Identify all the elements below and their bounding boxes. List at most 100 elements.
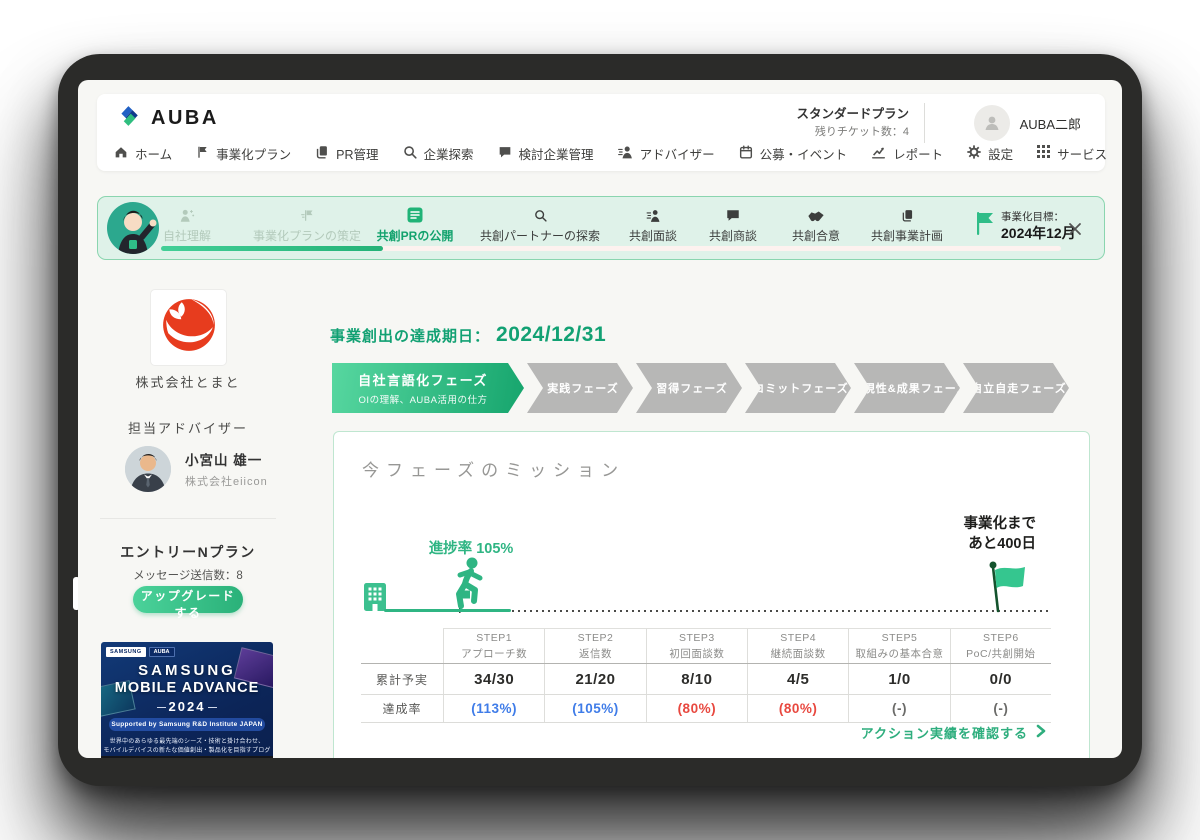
brand[interactable]: AUBA (115, 102, 219, 135)
brand-wordmark: AUBA (151, 107, 219, 130)
deadline-value: 2024/12/31 (496, 323, 606, 346)
mission-card: 今フェーズのミッション 進捗率 105% (333, 431, 1090, 758)
documents-icon (827, 206, 987, 223)
kpi-rate-step2: (105%) (544, 695, 645, 722)
chevron-right-icon (1035, 724, 1047, 741)
close-icon[interactable] (1067, 221, 1083, 237)
plan-label: スタンダードプラン (796, 105, 909, 124)
banner-footer-band (101, 756, 273, 758)
finish-flag-icon (980, 558, 1036, 619)
user-menu[interactable]: AUBA二郎 (974, 105, 1081, 141)
advisor-company: 株式会社eiicon (185, 473, 268, 489)
device-frame: AUBA スタンダードプラン 残りチケット数：4 AUBA二郎 ホー (58, 54, 1142, 786)
search-icon (402, 144, 418, 163)
grid-icon (1036, 144, 1051, 162)
page-background: AUBA スタンダードプラン 残りチケット数：4 AUBA二郎 ホー (0, 0, 1200, 840)
banner-badge-auba: AUBA (149, 647, 175, 657)
user-avatar (974, 105, 1010, 141)
days-to-goal: 事業化まで あと400日 (884, 514, 1036, 554)
kpi-row-actuals: 累計予実 34/30 21/20 8/10 4/5 1/0 0/0 (361, 664, 1051, 695)
app-window: AUBA スタンダードプラン 残りチケット数：4 AUBA二郎 ホー (78, 80, 1122, 758)
gear-icon (966, 144, 982, 163)
advisor-heading: 担当アドバイザー (100, 418, 276, 437)
kpi-actual-step2: 21/20 (544, 664, 645, 694)
goal-value: 2024年12月 (1001, 224, 1076, 243)
kpi-header-step4: STEP4継続面談数 (747, 629, 848, 663)
top-header: AUBA スタンダードプラン 残りチケット数：4 AUBA二郎 ホー (97, 94, 1105, 171)
kpi-row-rates: 達成率 (113%) (105%) (80%) (80%) (-) (-) (361, 695, 1051, 723)
advisor-avatar (125, 446, 171, 492)
phase-4: コミットフェーズ (745, 363, 851, 413)
banner-badge-samsung: SAMSUNG (106, 647, 146, 657)
main-nav: ホーム 事業化プラン PR管理 企業探索 (113, 140, 1085, 166)
tickets-remaining: 残りチケット数：4 (796, 124, 909, 141)
sidebar-divider (100, 518, 276, 519)
kpi-rate-step1: (113%) (443, 695, 544, 722)
progress-line-done (384, 609, 511, 612)
chart-icon (870, 144, 887, 163)
promo-banner-samsung[interactable]: SAMSUNG AUBA SAMSUNG MOBILE ADVANCE 2024… (101, 642, 273, 758)
deadline-heading: 事業創出の達成期日：2024/12/31 (330, 323, 606, 347)
nav-company-search[interactable]: 企業探索 (402, 144, 474, 163)
goal-text: 事業化目標： 2024年12月 (1001, 210, 1076, 243)
nav-business-plan[interactable]: 事業化プラン (195, 144, 291, 163)
phase-3: 習得フェーズ (636, 363, 742, 413)
tomato-logo-icon (160, 296, 218, 359)
kpi-rate-step6: (-) (950, 695, 1051, 722)
phase-2: 実践フェーズ (527, 363, 633, 413)
advisor-profile[interactable]: 小宮山 雄一 株式会社eiicon (125, 446, 268, 492)
journey-progress-track (161, 246, 1061, 251)
mission-title: 今フェーズのミッション (362, 456, 625, 481)
nav-company-review[interactable]: 検討企業管理 (497, 144, 594, 163)
advisor-icon (617, 144, 634, 163)
flag-icon (195, 144, 210, 163)
runner-icon (442, 554, 494, 617)
kpi-header-step1: STEP1アプローチ数 (443, 629, 544, 663)
banner-title-3: 2024 (101, 699, 273, 714)
nav-services[interactable]: サービス (1036, 144, 1107, 163)
company-logo-card[interactable] (150, 289, 227, 366)
banner-title-2: MOBILE ADVANCE (101, 680, 273, 696)
banner-title-1: SAMSUNG (101, 662, 273, 679)
goal-label: 事業化目標： (1001, 210, 1076, 224)
kpi-header-step5: STEP5取組みの基本合意 (848, 629, 949, 663)
nav-report[interactable]: レポート (870, 144, 943, 163)
kpi-table-header: STEP1アプローチ数 STEP2返信数 STEP3初回面談数 STEP4継続面… (361, 628, 1051, 664)
journey-progress-fill (161, 246, 383, 251)
home-icon (113, 144, 129, 163)
days-to-goal-line2: あと400日 (884, 534, 1036, 554)
nav-settings[interactable]: 設定 (966, 144, 1013, 163)
user-name: AUBA二郎 (1020, 114, 1081, 133)
action-results-link[interactable]: アクション実績を確認する (861, 723, 1047, 742)
advisor-name: 小宮山 雄一 (185, 449, 268, 469)
current-plan-name: エントリーNプラン (100, 542, 276, 562)
kpi-header-empty (361, 628, 443, 663)
upgrade-button[interactable]: アップグレードする (133, 586, 243, 613)
kpi-row-actuals-label: 累計予実 (361, 664, 443, 694)
kpi-actual-step1: 34/30 (443, 664, 544, 694)
phase-stepper: 自社言語化フェーズ OIの理解、AUBA活用の仕方 実践フェーズ 習得フェーズ … (332, 363, 1069, 413)
banner-badges: SAMSUNG AUBA (106, 647, 175, 657)
header-divider (924, 103, 925, 143)
days-to-goal-line1: 事業化まで (884, 514, 1036, 534)
auba-logo-icon (115, 102, 143, 135)
phase-6: 自立自走フェーズ (963, 363, 1069, 413)
nav-events[interactable]: 公募・イベント (738, 144, 848, 163)
phase-5: 再現性&成果フェーズ (854, 363, 960, 413)
nav-advisor[interactable]: アドバイザー (617, 144, 715, 163)
documents-icon (314, 144, 330, 163)
nav-pr-management[interactable]: PR管理 (314, 144, 378, 163)
phase-current: 自社言語化フェーズ OIの理解、AUBA活用の仕方 (332, 363, 524, 413)
kpi-row-rates-label: 達成率 (361, 695, 443, 722)
kpi-rate-step3: (80%) (646, 695, 747, 722)
journey-step-business-plan[interactable]: 共創事業計画 (827, 206, 987, 244)
kpi-rate-step4: (80%) (747, 695, 848, 722)
progress-line-remaining (512, 610, 1050, 612)
kpi-actual-step5: 1/0 (848, 664, 949, 694)
journey-banner: 自社理解 事業化プランの策定 共創PRの公開 共創パートナーの探索 共創面談 (97, 196, 1105, 260)
kpi-header-step3: STEP3初回面談数 (646, 629, 747, 663)
kpi-rate-step5: (-) (848, 695, 949, 722)
kpi-actual-step3: 8/10 (646, 664, 747, 694)
nav-home[interactable]: ホーム (113, 144, 172, 163)
advisor-text: 小宮山 雄一 株式会社eiicon (185, 449, 268, 489)
